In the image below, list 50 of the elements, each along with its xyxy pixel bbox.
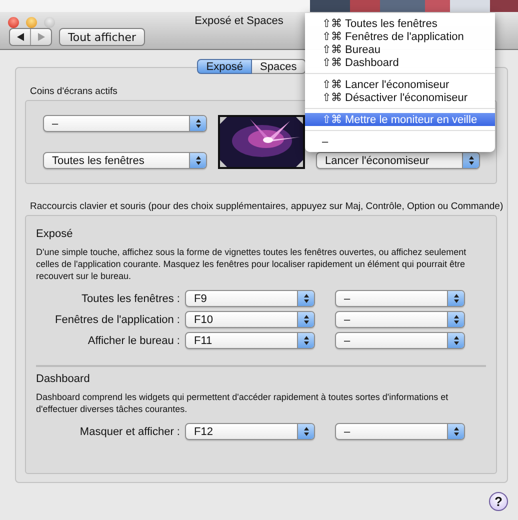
help-button[interactable]: ? [489, 492, 508, 511]
menu-item[interactable]: ⇧⌘ Désactiver l'économiseur [305, 91, 495, 104]
popup-button[interactable]: F10 [185, 311, 315, 328]
minimize-button[interactable] [26, 17, 37, 28]
menu-item[interactable]: – [305, 135, 495, 148]
popup-button[interactable]: – [335, 290, 465, 307]
description: Dashboard comprend les widgets qui permettent d'accéder rapidement à toutes sortes d'informations et d'effectuer diverses tâches courantes. [36, 391, 450, 415]
back-icon [16, 33, 24, 41]
menu-item[interactable]: ⇧⌘ Fenêtres de l'application [305, 30, 495, 43]
description: D'une simple touche, affichez sous la forme de vignettes toutes les fenêtres ouvertes, ou affichez seulement celles de l'application courante. Masquez les fenêtres pour localiser rapidement un élément qui pourrait être recouvert sur le bureau. [36, 246, 468, 282]
updown-arrows-icon [302, 314, 310, 325]
popup-button[interactable]: – [335, 423, 465, 440]
tab[interactable]: Exposé [197, 59, 252, 74]
forward-icon [38, 33, 44, 41]
updown-arrows-icon [302, 293, 310, 304]
popup-button[interactable]: F11 [185, 332, 315, 349]
popup-button[interactable]: – [335, 311, 465, 328]
menu-item[interactable]: ⇧⌘ Toutes les fenêtres [305, 17, 495, 30]
updown-arrows-icon [468, 155, 474, 166]
group-title: Coins d'écrans actifs [30, 86, 118, 97]
field-label: Fenêtres de l'application : [54, 314, 181, 326]
field-label: Afficher le bureau : [86, 334, 181, 346]
menu-item[interactable]: ⇧⌘ Lancer l'économiseur [305, 78, 495, 91]
menu-item[interactable]: ⇧⌘ Bureau [305, 43, 495, 56]
popup-button[interactable]: F9 [185, 290, 315, 307]
popup-button[interactable]: – [43, 115, 207, 132]
updown-arrows-icon [194, 118, 202, 129]
section-title: Dashboard [36, 373, 91, 385]
popup-button[interactable]: F12 [185, 423, 315, 440]
popup-button[interactable]: Toutes les fenêtres [43, 152, 207, 169]
popup-button[interactable]: – [335, 332, 465, 349]
menu-item[interactable]: ⇧⌘ Mettre le moniteur en veille [305, 113, 495, 126]
updown-arrows-icon [452, 293, 460, 304]
updown-arrows-icon [452, 426, 460, 437]
field-label: Masquer et afficher : [78, 426, 181, 438]
updown-arrows-icon [302, 335, 310, 346]
show-all-button[interactable]: Tout afficher [59, 28, 146, 46]
field-label: Toutes les fenêtres : [80, 292, 181, 304]
menu-item[interactable]: ⇧⌘ Dashboard [305, 56, 495, 69]
popup-button[interactable]: Lancer l'économiseur [316, 152, 480, 169]
updown-arrows-icon [452, 335, 460, 346]
group-title: Raccourcis clavier et souris (pour des choix supplémentaires, appuyez sur Maj, Contrôle, Option ou Commande) [30, 201, 504, 212]
updown-arrows-icon [302, 426, 310, 437]
tab[interactable]: Spaces [252, 59, 306, 74]
close-button[interactable] [8, 17, 19, 28]
updown-arrows-icon [194, 155, 202, 166]
section-title: Exposé [36, 228, 74, 240]
window-title: Exposé et Spaces [194, 15, 284, 27]
back-forward-control[interactable] [9, 28, 52, 46]
updown-arrows-icon [452, 314, 460, 325]
